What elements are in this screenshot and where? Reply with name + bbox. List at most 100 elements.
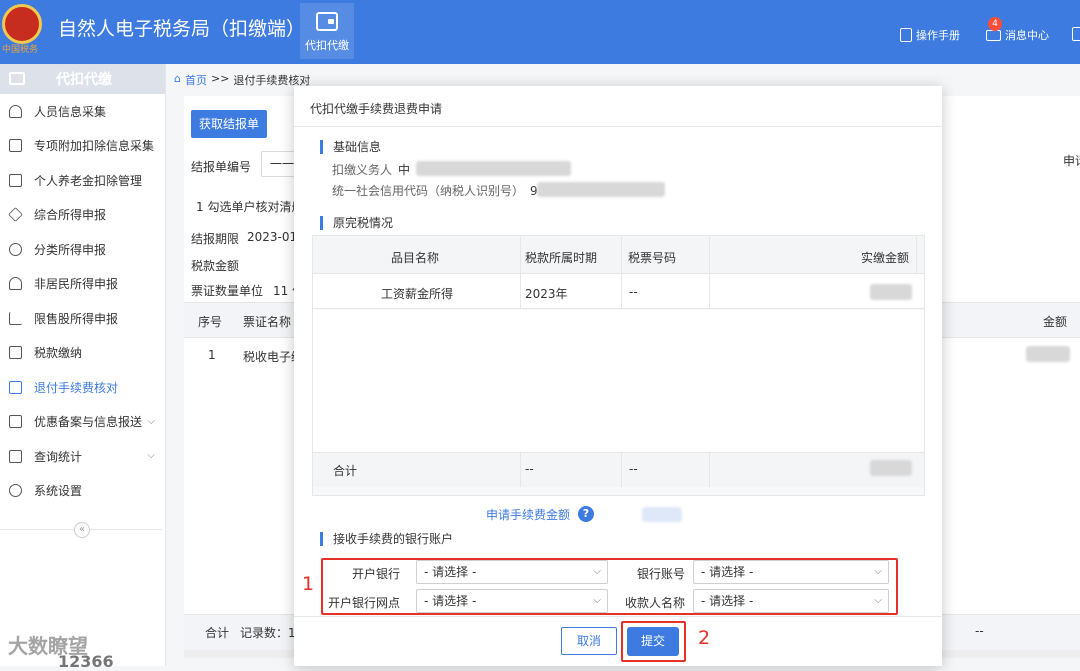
- message-label: 消息中心: [1005, 29, 1049, 42]
- col-ticket-name: 票证名称: [243, 315, 292, 329]
- chevron-down-icon: ⌵: [147, 450, 155, 461]
- more-icon[interactable]: [1072, 27, 1080, 41]
- person-icon: [9, 104, 22, 118]
- withholder-value: 中: [398, 163, 411, 177]
- dialog-title: 代扣代缴手续费退费申请: [310, 102, 443, 116]
- credit-code-row: 统一社会信用代码（纳税人识别号） 9: [332, 184, 538, 198]
- gear-icon: [9, 484, 22, 498]
- breadcrumb-home[interactable]: 首页: [185, 72, 207, 88]
- amount-label: 税款金额: [191, 259, 240, 273]
- blurred-amount: [1026, 346, 1070, 362]
- branch-label: 开户银行网点: [327, 596, 400, 610]
- sidebar-item-nonresident[interactable]: 非居民所得申报: [0, 267, 165, 302]
- chevron-down-icon: ⌵: [874, 566, 882, 577]
- sidebar-item-comprehensive[interactable]: 综合所得申报: [0, 198, 165, 233]
- sidebar-title: 代扣代缴: [56, 72, 112, 88]
- section-bank: 接收手续费的银行账户: [320, 530, 453, 547]
- dialog-footer-divider: [294, 616, 942, 617]
- nav-withholding-label: 代扣代缴: [305, 39, 349, 52]
- row-item-name: 工资薪金所得: [381, 287, 454, 301]
- account-select[interactable]: - 请选择 - ⌵: [693, 560, 889, 584]
- refund-dialog: 代扣代缴手续费退费申请 基础信息 扣缴义务人中 统一社会信用代码（纳税人识别号）…: [294, 86, 942, 666]
- row-tax-period: 2023年: [525, 287, 568, 301]
- sidebar-item-fee-refund[interactable]: 退付手续费核对: [0, 370, 165, 405]
- sidebar-item-query[interactable]: 查询统计 ⌵: [0, 439, 165, 474]
- wallet-icon: [9, 72, 25, 85]
- collapse-sidebar-button[interactable]: «: [74, 522, 90, 538]
- watermark-number: 12366: [58, 652, 114, 671]
- section-tax: 原完税情况: [320, 214, 393, 231]
- wallet-icon: [316, 12, 338, 31]
- manual-label: 操作手册: [916, 29, 960, 42]
- fee-amount-label: 申请手续费金额: [486, 508, 571, 522]
- blurred-credit-code: [537, 182, 665, 197]
- copy-icon: [9, 415, 22, 429]
- bar-chart-icon: [9, 311, 22, 325]
- manual-link[interactable]: 操作手册: [900, 27, 960, 43]
- bank-select[interactable]: - 请选择 - ⌵: [416, 560, 608, 584]
- payee-select[interactable]: - 请选择 - ⌵: [693, 589, 889, 613]
- emblem-caption: 中国税务: [2, 45, 39, 55]
- sidebar-item-tax-payment[interactable]: 税款缴纳: [0, 336, 165, 371]
- list-icon: [9, 139, 22, 153]
- blurred-withholder: [416, 161, 571, 176]
- footer-dash: --: [975, 624, 984, 638]
- col-ticket-no: 税票号码: [628, 251, 677, 265]
- sidebar-item-restricted-stock[interactable]: 限售股所得申报: [0, 301, 165, 336]
- cancel-button[interactable]: 取消: [561, 627, 617, 655]
- sidebar: 代扣代缴 人员信息采集 专项附加扣除信息采集 个人养老金扣除管理 综合所得申报 …: [0, 64, 166, 666]
- top-bar: 中国税务 自然人电子税务局（扣缴端） 代扣代缴 操作手册 消息中心 4: [0, 0, 1080, 64]
- col-item-name: 品目名称: [391, 251, 440, 265]
- withholder-row: 扣缴义务人中: [332, 163, 411, 177]
- footer-total: 合计: [205, 626, 230, 640]
- step-text: 1 勾选单户核对清册: [196, 200, 304, 214]
- tax-table-footer: [313, 452, 924, 487]
- sidebar-item-settings[interactable]: 系统设置: [0, 474, 165, 509]
- bill-no-label: 结报单编号: [191, 160, 252, 174]
- section-basic: 基础信息: [320, 138, 381, 155]
- pie-chart-icon: [9, 242, 22, 256]
- payee-label: 收款人名称: [624, 596, 685, 610]
- footer-period: --: [525, 462, 534, 476]
- annotation-number-1: 1: [302, 573, 315, 595]
- document-icon: [900, 28, 912, 42]
- footer-records: 记录数：1: [240, 626, 296, 640]
- mail-icon: [986, 29, 1001, 41]
- branch-select[interactable]: - 请选择 - ⌵: [416, 589, 608, 613]
- count-label: 票证数量单位: [191, 284, 264, 298]
- pension-icon: [9, 173, 22, 187]
- period-label: 结报期限: [191, 232, 240, 246]
- bank-label: 开户银行: [352, 567, 401, 581]
- breadcrumb-separator: >>: [210, 72, 230, 85]
- col-tax-period: 税款所属时期: [525, 251, 598, 265]
- chevron-down-icon: ⌵: [147, 415, 155, 427]
- blurred-total: [870, 460, 912, 476]
- apply-text-cut: 申请: [1063, 154, 1080, 168]
- tax-table: 品目名称 税款所属时期 税票号码 实缴金额 工资薪金所得 2023年 -- 合计…: [312, 235, 925, 496]
- sidebar-item-pension[interactable]: 个人养老金扣除管理: [0, 163, 165, 198]
- search-list-icon: [9, 449, 22, 463]
- folder-icon: [9, 346, 22, 360]
- sidebar-item-special-deduction[interactable]: 专项附加扣除信息采集: [0, 129, 165, 164]
- app-title: 自然人电子税务局（扣缴端）: [58, 18, 306, 40]
- submit-button[interactable]: 提交: [627, 627, 679, 656]
- col-amount: 金额: [1043, 315, 1068, 329]
- chevron-down-icon: ⌵: [593, 595, 601, 606]
- row-seq: 1: [208, 348, 216, 362]
- sidebar-item-person-info[interactable]: 人员信息采集: [0, 94, 165, 129]
- sidebar-item-classified[interactable]: 分类所得申报: [0, 232, 165, 267]
- sidebar-item-preferential[interactable]: 优惠备案与信息报送 ⌵: [0, 405, 165, 440]
- blurred-fee-amount: [642, 507, 682, 522]
- blurred-paid-amount: [870, 284, 912, 300]
- layers-icon: [8, 207, 23, 223]
- col-paid-amount: 实缴金额: [861, 251, 910, 265]
- dialog-divider: [294, 126, 942, 127]
- chevron-down-icon: ⌵: [874, 595, 882, 606]
- help-icon[interactable]: ?: [578, 506, 594, 522]
- breadcrumb: ⌂ 首页 >> 退付手续费核对: [174, 72, 310, 88]
- message-badge: 4: [988, 17, 1002, 31]
- user-icon: [9, 277, 22, 291]
- get-bill-button[interactable]: 获取结报单: [191, 110, 267, 138]
- home-icon[interactable]: ⌂: [174, 72, 181, 88]
- nav-withholding[interactable]: 代扣代缴: [300, 3, 354, 59]
